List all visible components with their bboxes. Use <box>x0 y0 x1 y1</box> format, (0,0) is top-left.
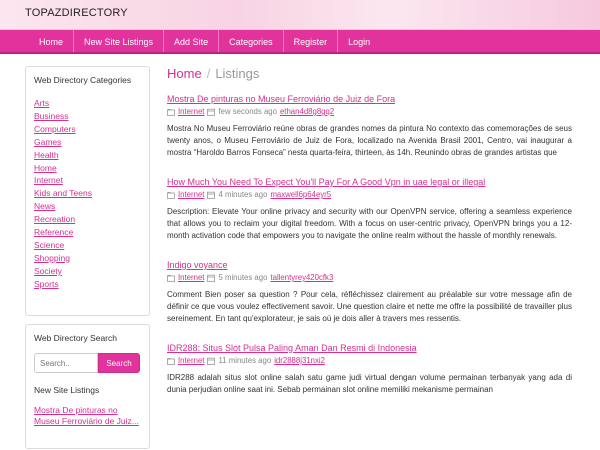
nav-new-site-listings[interactable]: New Site Listings <box>74 30 165 52</box>
listing-title[interactable]: Indigo voyance <box>167 260 572 271</box>
listing-item: How Much You Need To Expect You'll Pay F… <box>167 177 572 242</box>
listing-description: Mostra No Museu Ferroviário reúne obras … <box>167 124 572 157</box>
listing-description: IDR288 adalah situs slot online salah sa… <box>167 373 572 394</box>
category-link-internet[interactable]: Internet <box>34 175 63 185</box>
nav-add-site[interactable]: Add Site <box>164 30 220 52</box>
listing-meta: Internet few seconds ago ethan4d8g8gq2 <box>167 106 572 117</box>
main-content: Home / Listings Mostra De pinturas no Muse… <box>167 66 572 414</box>
category-link-reference[interactable]: Reference <box>34 227 73 237</box>
listing-meta: Internet 11 minutes ago idr2888j31nxi2 <box>167 355 572 366</box>
search-input[interactable] <box>34 353 98 373</box>
categories-panel: Web Directory Categories Arts Business C… <box>25 66 150 316</box>
listing-description: Description: Elevate Your online privacy… <box>167 207 572 240</box>
search-form: Search <box>34 353 141 373</box>
category-link-science[interactable]: Science <box>34 240 64 250</box>
listing-category-link[interactable]: Internet <box>178 106 204 117</box>
folder-icon <box>167 274 175 282</box>
calendar-icon <box>207 108 216 116</box>
new-listings-title: New Site Listings <box>34 385 100 395</box>
category-link-sports[interactable]: Sports <box>34 279 59 289</box>
search-button[interactable]: Search <box>98 353 140 373</box>
listing-title[interactable]: Mostra De pinturas no Museu Ferroviário … <box>167 94 572 105</box>
listing-title[interactable]: How Much You Need To Expect You'll Pay F… <box>167 177 572 188</box>
listing-time: 4 minutes ago <box>218 190 268 199</box>
breadcrumb-home[interactable]: Home <box>167 66 202 81</box>
new-listing-link[interactable]: Mostra De pinturas no Museu Ferroviário … <box>34 405 141 426</box>
breadcrumb-current: Listings <box>215 66 260 81</box>
nav-categories[interactable]: Categories <box>219 30 284 52</box>
listing-title[interactable]: IDR288: Situs Slot Pulsa Paling Aman Dan… <box>167 343 572 354</box>
listing-time: few seconds ago <box>218 107 277 116</box>
nav-login[interactable]: Login <box>338 30 380 52</box>
breadcrumb: Home / Listings <box>167 66 572 81</box>
category-link-home[interactable]: Home <box>34 163 57 173</box>
category-list: Arts Business Computers Games Health Hom… <box>34 97 141 291</box>
breadcrumb-separator: / <box>206 66 211 81</box>
listing-item: Mostra De pinturas no Museu Ferroviário … <box>167 94 572 159</box>
listing-time: 11 minutes ago <box>218 356 272 365</box>
category-link-arts[interactable]: Arts <box>34 98 49 108</box>
listing-meta: Internet 4 minutes ago maxwell6p64eyr5 <box>167 189 572 200</box>
listing-user-link[interactable]: idr2888j31nxi2 <box>274 355 325 366</box>
listing-description: Comment Bien poser sa question ? Pour ce… <box>167 290 572 323</box>
listing-meta: Internet 5 minutes ago tallentyrey420cfk… <box>167 272 572 283</box>
listing-category-link[interactable]: Internet <box>178 272 204 283</box>
category-link-shopping[interactable]: Shopping <box>34 253 70 263</box>
search-title: Web Directory Search <box>34 333 117 343</box>
category-link-news[interactable]: News <box>34 201 55 211</box>
category-link-business[interactable]: Business <box>34 111 69 121</box>
search-panel: Web Directory Search Search New Site Lis… <box>25 324 150 449</box>
site-brand[interactable]: TOPAZDIRECTORY <box>25 7 128 19</box>
calendar-icon <box>207 191 216 199</box>
main-navbar: Home New Site Listings Add Site Categori… <box>0 30 600 54</box>
category-link-society[interactable]: Society <box>34 266 62 276</box>
listing-user-link[interactable]: tallentyrey420cfk3 <box>270 272 333 283</box>
listing-user-link[interactable]: maxwell6p64eyr5 <box>270 189 331 200</box>
folder-icon <box>167 108 175 116</box>
categories-title: Web Directory Categories <box>34 75 132 85</box>
category-link-kids-and-teens[interactable]: Kids and Teens <box>34 188 92 198</box>
listing-user-link[interactable]: ethan4d8g8gq2 <box>280 106 334 117</box>
category-link-games[interactable]: Games <box>34 137 61 147</box>
folder-icon <box>167 357 175 365</box>
calendar-icon <box>207 357 216 365</box>
listing-time: 5 minutes ago <box>218 273 268 282</box>
folder-icon <box>167 191 175 199</box>
category-link-health[interactable]: Health <box>34 150 59 160</box>
nav-home[interactable]: Home <box>29 30 75 52</box>
calendar-icon <box>207 274 216 282</box>
category-link-computers[interactable]: Computers <box>34 124 76 134</box>
listing-item: IDR288: Situs Slot Pulsa Paling Aman Dan… <box>167 343 572 396</box>
listing-category-link[interactable]: Internet <box>178 355 204 366</box>
category-link-recreation[interactable]: Recreation <box>34 214 75 224</box>
listing-item: Indigo voyance Internet 5 minutes ago ta… <box>167 260 572 325</box>
listing-category-link[interactable]: Internet <box>178 189 204 200</box>
nav-register[interactable]: Register <box>284 30 339 52</box>
sidebar: Web Directory Categories Arts Business C… <box>25 66 150 449</box>
